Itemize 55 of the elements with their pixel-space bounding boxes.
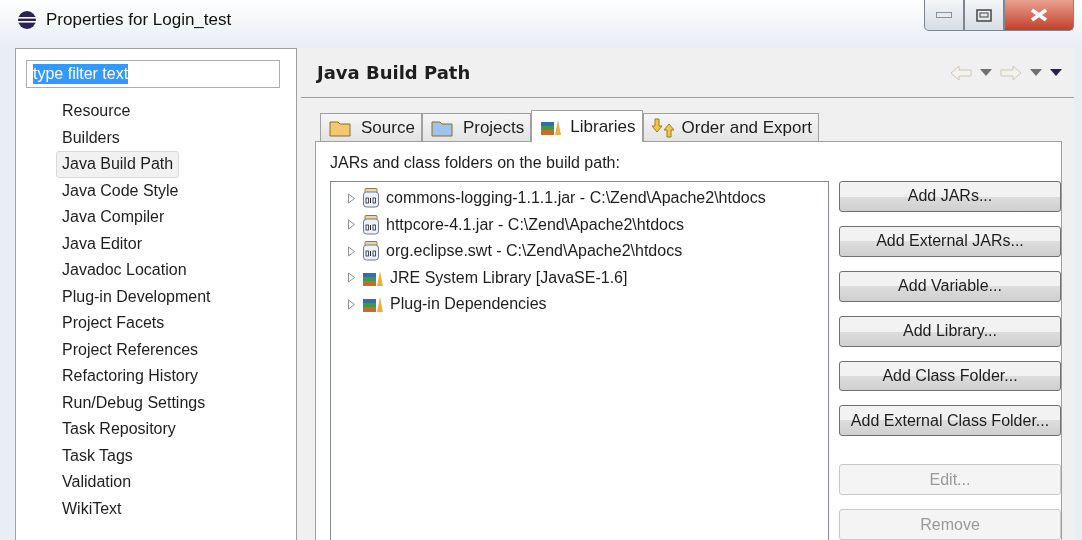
order-arrows-icon — [651, 117, 674, 138]
sidebar-item[interactable]: Task Tags — [56, 442, 139, 469]
tree-item-label[interactable]: JRE System Library [JavaSE-1.6] — [390, 268, 628, 287]
section-caption: JARs and class folders on the build path: — [330, 154, 621, 172]
jar-icon — [362, 214, 380, 235]
tab[interactable]: Source — [320, 113, 422, 141]
back-menu-caret-icon[interactable] — [980, 69, 992, 76]
sidebar-item[interactable]: Resource — [56, 98, 137, 125]
collapsed-triangle-icon[interactable] — [347, 219, 356, 231]
view-menu-caret-icon[interactable] — [1050, 69, 1062, 76]
action-button[interactable]: Add Library... — [839, 315, 1061, 347]
minimize-icon — [936, 12, 952, 18]
tree-item-label[interactable]: Plug-in Dependencies — [390, 295, 547, 314]
close-icon — [1029, 8, 1049, 22]
tab[interactable]: Projects — [421, 113, 532, 141]
action-button[interactable]: Add Class Folder... — [839, 360, 1061, 392]
sidebar-item[interactable]: Run/Debug Settings — [56, 389, 212, 416]
tree-item-label[interactable]: httpcore-4.1.jar - C:\Zend\Apache2\htdocs — [386, 215, 684, 234]
sidebar-item[interactable]: Refactoring History — [56, 363, 205, 390]
tab[interactable]: Libraries — [531, 110, 643, 142]
maximize-button[interactable] — [964, 0, 1004, 31]
minimize-button[interactable] — [924, 0, 964, 31]
sidebar-item[interactable]: Project References — [56, 336, 205, 363]
page-title: Java Build Path — [317, 62, 471, 83]
jar-icon — [362, 188, 380, 209]
maximize-icon — [976, 8, 992, 22]
folder-icon — [329, 118, 353, 137]
tab[interactable]: Order and Export — [642, 113, 819, 141]
sidebar-item[interactable]: Java Code Style — [56, 177, 185, 204]
collapsed-triangle-icon[interactable] — [347, 298, 356, 310]
sidebar-item[interactable]: Builders — [56, 124, 126, 151]
window-title: Properties for Login_test — [46, 10, 232, 30]
tree-item-label[interactable]: org.eclipse.swt - C:\Zend\Apache2\htdocs — [386, 242, 683, 261]
action-button[interactable]: Add Variable... — [839, 270, 1061, 302]
tree-item-label[interactable]: commons-logging-1.1.1.jar - C:\Zend\Apache2\htdocs — [386, 189, 766, 208]
sidebar-item[interactable]: Validation — [56, 469, 138, 496]
collapsed-triangle-icon[interactable] — [347, 245, 356, 257]
sidebar-item[interactable]: Plug-in Development — [56, 283, 217, 310]
collapsed-triangle-icon[interactable] — [347, 192, 356, 204]
action-button[interactable]: Add JARs... — [839, 181, 1061, 212]
sidebar-item[interactable]: Javadoc Location — [56, 257, 193, 284]
sidebar-item[interactable]: Java Editor — [56, 230, 149, 257]
sidebar-item[interactable]: Java Build Path — [56, 151, 180, 178]
collapsed-triangle-icon[interactable] — [347, 272, 356, 284]
action-button[interactable]: Add External Class Folder... — [839, 405, 1061, 437]
sidebar-item[interactable]: Project Facets — [56, 310, 171, 337]
forward-menu-caret-icon[interactable] — [1030, 69, 1042, 76]
close-button[interactable] — [1004, 0, 1074, 31]
sidebar-item[interactable]: Task Repository — [56, 416, 182, 443]
action-button[interactable]: Add External JARs... — [839, 225, 1061, 257]
app-logo-icon — [16, 10, 38, 30]
sidebar-item[interactable]: Java Compiler — [56, 204, 171, 231]
sidebar-item[interactable]: WikiText — [56, 495, 128, 522]
folder-icon — [430, 118, 455, 137]
jar-icon — [362, 241, 380, 262]
